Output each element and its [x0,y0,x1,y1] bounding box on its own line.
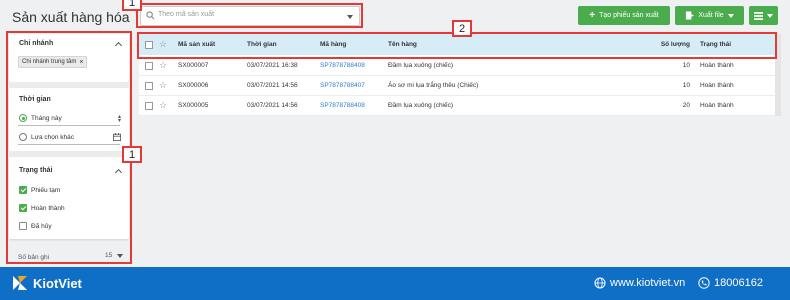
annotation-box-sidebar [6,31,132,264]
brand-name: KiotViet [33,275,82,291]
cell-code: SX000007 [178,62,209,69]
star-icon[interactable]: ☆ [159,60,167,70]
page-title: Sản xuất hàng hóa [12,9,130,25]
plus-icon: + [589,9,596,21]
cell-status: Hoàn thành [700,62,734,69]
export-file-label: Xuất file [698,12,724,19]
cell-product-code[interactable]: SP7878788408 [320,102,365,109]
cell-product-code[interactable]: SP7878788408 [320,62,365,69]
cell-quantity: 10 [682,62,690,69]
cell-product-name: Áo sơ mi lụa trắng thêu (Chiếc) [388,82,479,89]
annotation-badge: 2 [452,20,472,37]
list-icon [754,11,763,20]
footer-banner: KiotViet www.kiotviet.vn 18006162 [0,267,790,300]
phone-link[interactable]: 18006162 [698,277,763,289]
cell-product-code[interactable]: SP7878788407 [320,82,365,89]
annotation-box-search [136,3,363,28]
cell-quantity: 10 [682,82,690,89]
annotation-badge: 1 [122,146,142,163]
kiotviet-logo-icon [13,276,27,290]
create-production-button[interactable]: + Tạo phiếu sản xuất [578,6,670,25]
export-file-button[interactable]: Xuất file [675,6,744,25]
create-production-label: Tạo phiếu sản xuất [599,12,659,19]
cell-time: 03/07/2021 14:56 [247,82,298,89]
chevron-down-icon [767,13,773,18]
cell-status: Hoàn thành [700,82,734,89]
table-row[interactable]: ☆ SX000006 03/07/2021 14:56 SP7878788407… [139,76,775,96]
annotation-badge: 1 [122,0,142,11]
cell-time: 03/07/2021 14:56 [247,102,298,109]
row-checkbox[interactable] [145,102,153,110]
cell-code: SX000005 [178,102,209,109]
chevron-down-icon [727,13,734,18]
brand-logo: KiotViet [12,275,82,291]
row-checkbox[interactable] [145,82,153,90]
export-file-icon [686,11,695,20]
cell-quantity: 20 [682,102,690,109]
table-row[interactable]: ☆ SX000005 03/07/2021 14:56 SP7878788408… [139,96,775,116]
star-icon[interactable]: ☆ [159,100,167,110]
cell-product-name: Đầm lụa xuông (chiếc) [388,62,454,69]
cell-code: SX000006 [178,82,209,89]
row-checkbox[interactable] [145,62,153,70]
cell-product-name: Đầm lụa xuông (chiếc) [388,102,454,109]
cell-time: 03/07/2021 16:38 [247,62,298,69]
phone-text: 18006162 [714,277,763,289]
website-link[interactable]: www.kiotviet.vn [594,277,685,289]
cell-status: Hoàn thành [700,102,734,109]
phone-icon [698,277,710,289]
globe-icon [594,277,606,289]
table-row[interactable]: ☆ SX000007 03/07/2021 16:38 SP7878788408… [139,56,775,76]
website-text: www.kiotviet.vn [610,277,686,289]
star-icon[interactable]: ☆ [159,80,167,90]
column-options-button[interactable] [749,6,778,25]
